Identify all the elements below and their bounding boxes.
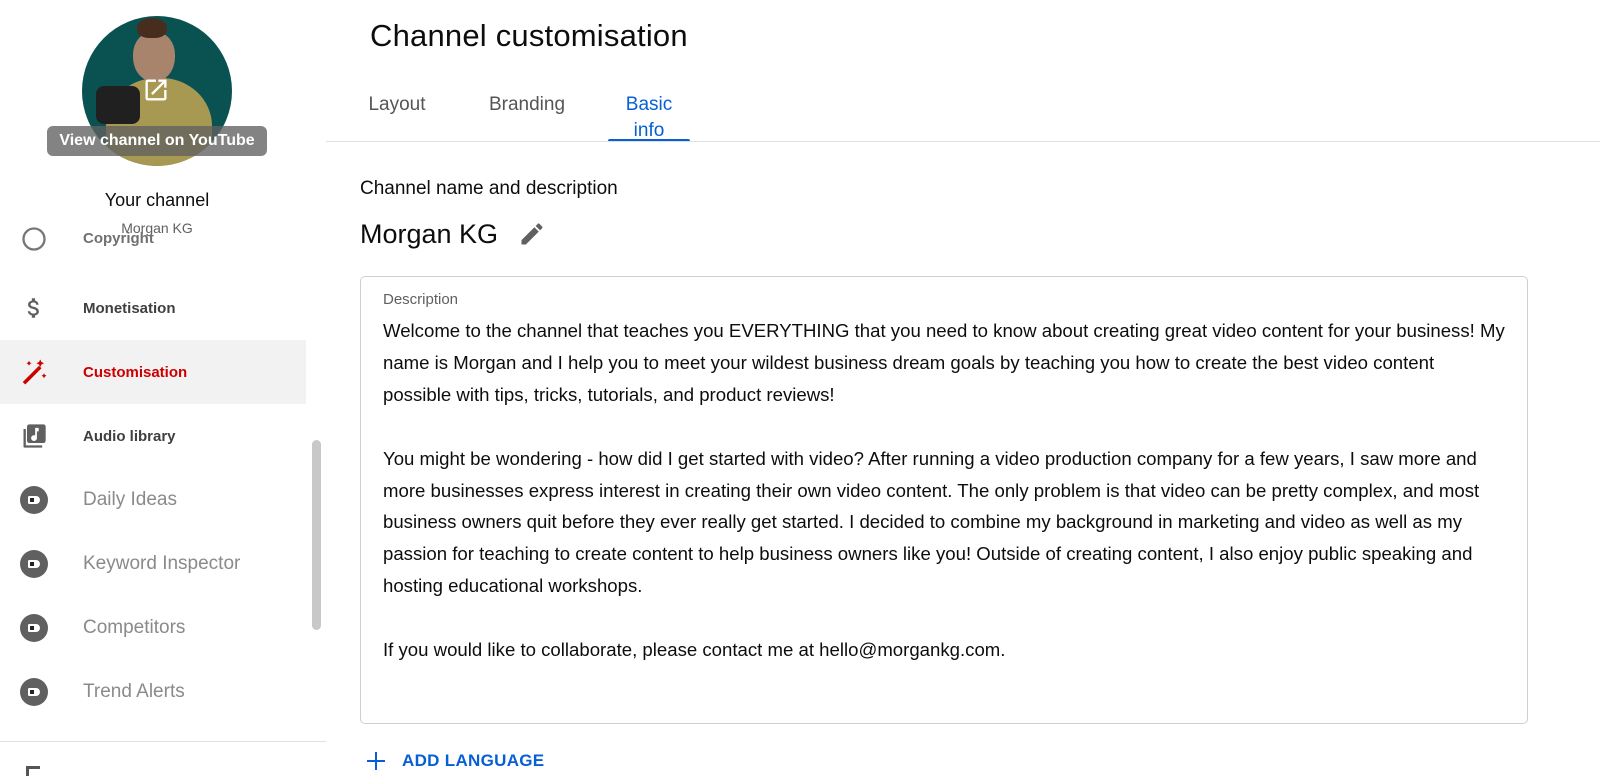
- sidebar: View channel on YouTube Your channel Mor…: [0, 0, 326, 776]
- channel-name-row: Morgan KG: [360, 216, 546, 252]
- page-title: Channel customisation: [370, 18, 688, 53]
- sidebar-item-label: Customisation: [83, 363, 188, 381]
- sidebar-item-label: Competitors: [83, 617, 186, 638]
- add-language-label: ADD LANGUAGE: [402, 751, 545, 770]
- sidebar-item-label: Audio library: [83, 427, 176, 445]
- add-language-button[interactable]: ADD LANGUAGE: [364, 746, 544, 776]
- section-title: Channel name and description: [360, 178, 618, 199]
- sidebar-divider: [0, 741, 326, 742]
- description-paragraph: You might be wondering - how did I get s…: [383, 447, 1480, 597]
- vidiq-pin-icon: [19, 485, 49, 515]
- sidebar-nav: Copyright Monetisation Customisation Aud…: [0, 227, 306, 724]
- audio-library-icon: [19, 421, 49, 451]
- sidebar-item-label: Keyword Inspector: [83, 553, 241, 574]
- sidebar-item-monetisation[interactable]: Monetisation: [0, 276, 306, 340]
- tab-layout[interactable]: Layout: [352, 92, 442, 142]
- your-channel-label: Your channel: [104, 190, 210, 210]
- sidebar-item-copyright[interactable]: Copyright: [0, 227, 306, 276]
- description-text[interactable]: Welcome to the channel that teaches you …: [383, 315, 1507, 666]
- sidebar-item-label: Trend Alerts: [83, 681, 185, 702]
- tab-branding[interactable]: Branding: [476, 92, 578, 142]
- partial-icon: [26, 766, 40, 776]
- pencil-icon[interactable]: [518, 220, 546, 248]
- sidebar-item-keyword-inspector[interactable]: Keyword Inspector: [0, 532, 306, 596]
- vidiq-pin-icon: [19, 549, 49, 579]
- sidebar-item-audio-library[interactable]: Audio library: [0, 404, 306, 468]
- sidebar-scrollbar[interactable]: [312, 440, 321, 630]
- tab-basic-info[interactable]: Basic info: [608, 92, 690, 142]
- sidebar-item-customisation[interactable]: Customisation: [0, 340, 306, 404]
- copyright-icon: [19, 224, 49, 254]
- sidebar-item-label: Daily Ideas: [83, 489, 177, 510]
- description-paragraph: If you would like to collaborate, please…: [383, 639, 1006, 661]
- tab-label: Layout: [368, 94, 426, 115]
- main-content: Channel customisation Layout Branding Ba…: [326, 0, 1600, 776]
- dollar-icon: [19, 293, 49, 323]
- tab-label: Basic info: [625, 94, 673, 141]
- sidebar-item-daily-ideas[interactable]: Daily Ideas: [0, 468, 306, 532]
- sidebar-item-trend-alerts[interactable]: Trend Alerts: [0, 660, 306, 724]
- sidebar-item-competitors[interactable]: Competitors: [0, 596, 306, 660]
- description-paragraph: Welcome to the channel that teaches you …: [383, 320, 1505, 405]
- sidebar-item-label: Monetisation: [83, 299, 176, 317]
- magic-wand-icon: [19, 357, 49, 387]
- tab-label: Branding: [488, 94, 566, 115]
- vidiq-pin-icon: [19, 613, 49, 643]
- vidiq-pin-icon: [19, 677, 49, 707]
- description-label: Description: [383, 291, 459, 308]
- view-channel-button[interactable]: View channel on YouTube: [47, 126, 267, 156]
- external-link-icon[interactable]: [142, 76, 170, 104]
- sidebar-item-label: Copyright: [83, 230, 154, 247]
- channel-name: Morgan KG: [360, 218, 499, 249]
- plus-icon: [367, 752, 385, 770]
- tabs-divider: [326, 141, 1600, 142]
- description-field[interactable]: Description Welcome to the channel that …: [360, 276, 1528, 724]
